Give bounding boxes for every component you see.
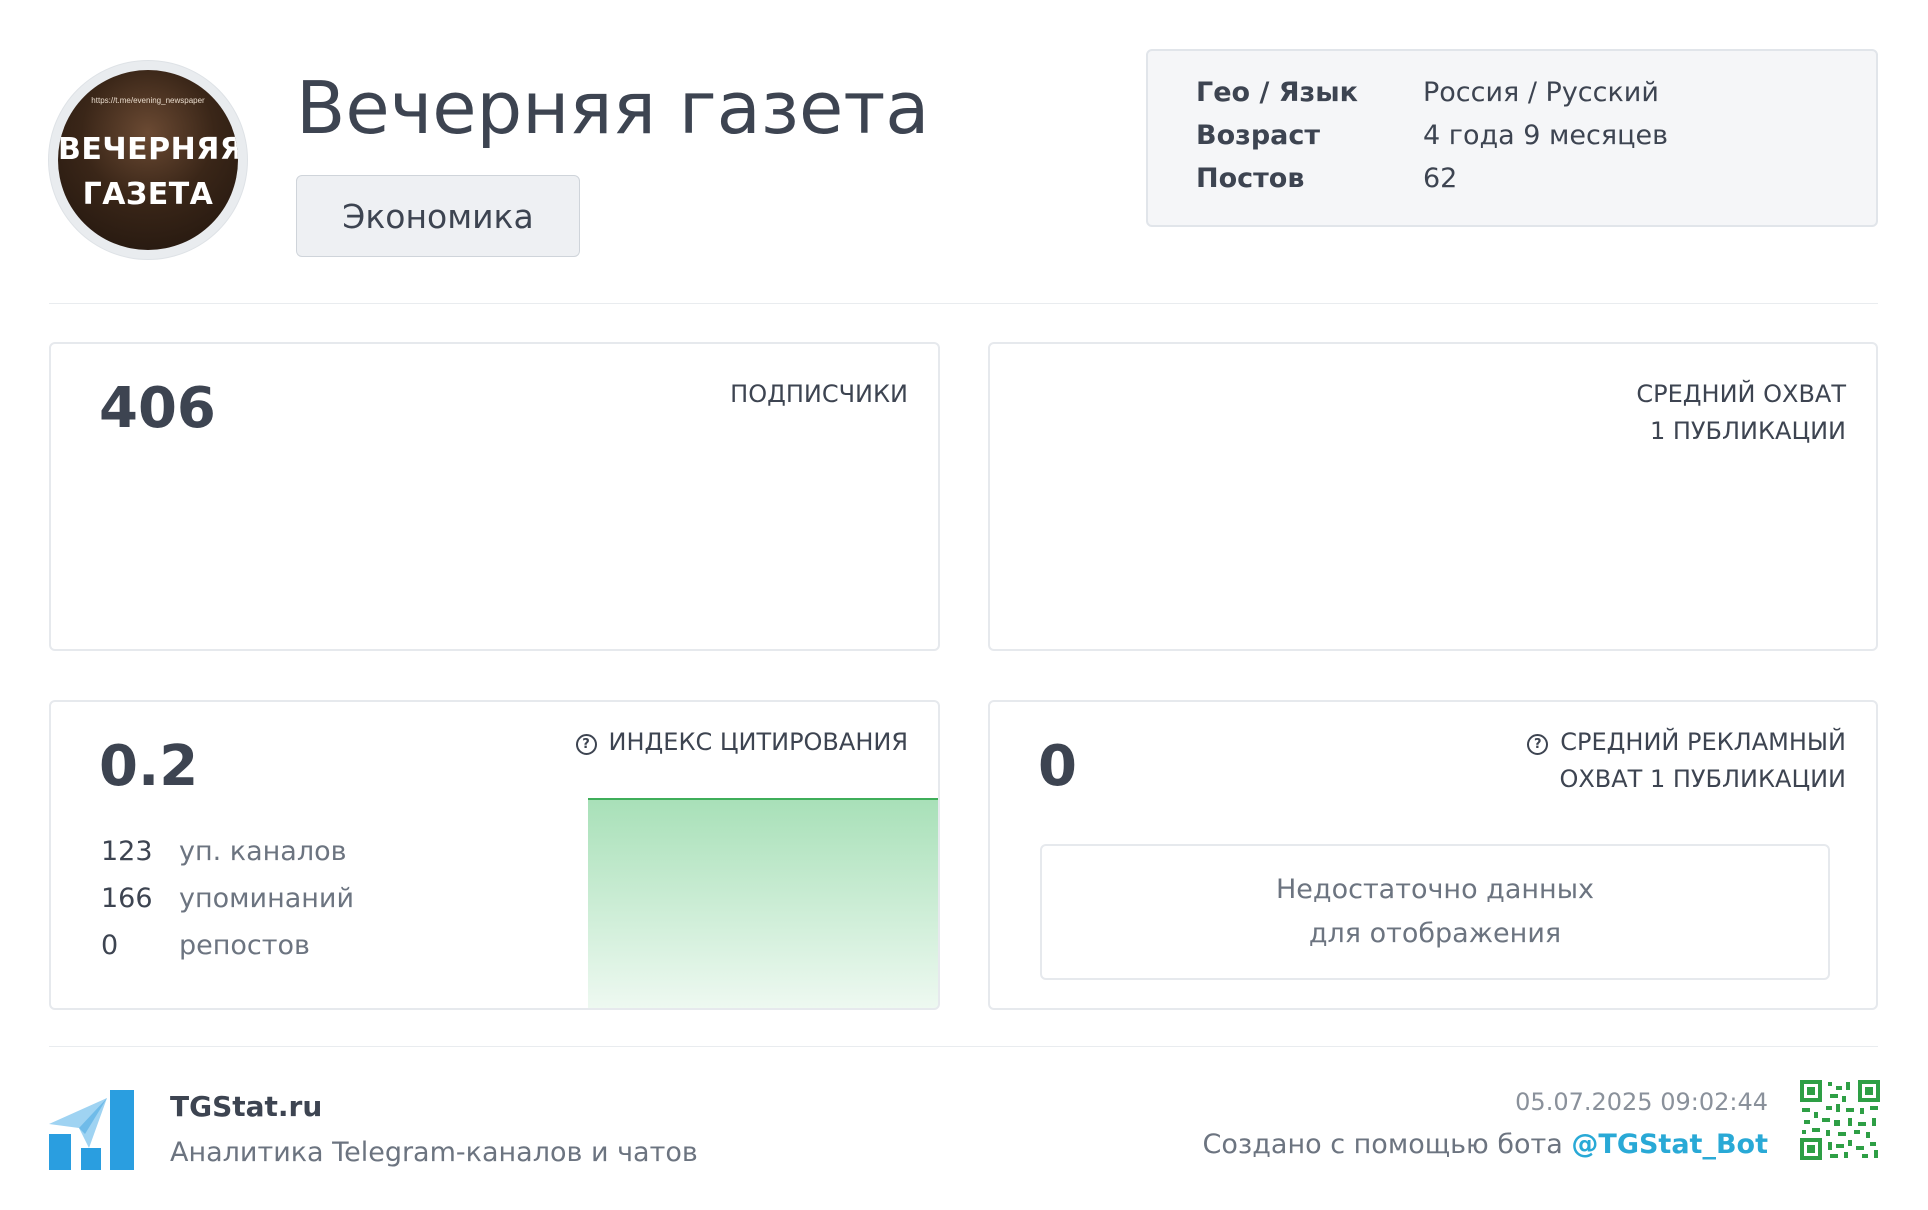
citation-num: 166 — [101, 883, 153, 914]
citation-chart-area — [588, 799, 938, 1008]
citation-num: 123 — [101, 836, 153, 867]
channel-avatar: https://t.me/evening_newspaper ВЕЧЕРНЯЯ … — [49, 61, 247, 259]
citation-text: уп. каналов — [179, 836, 347, 867]
brand-name[interactable]: TGStat.ru — [170, 1090, 322, 1123]
category-badge[interactable]: Экономика — [296, 175, 580, 257]
info-value: Россия / Русский — [1423, 77, 1659, 108]
info-row-posts: Постов 62 — [1196, 163, 1457, 194]
citation-index-value: 0.2 — [99, 734, 199, 799]
help-icon[interactable]: ? — [575, 734, 597, 755]
ad-reach-label-text: СРЕДНИЙ РЕКЛАМНЫЙ — [1560, 728, 1846, 756]
citation-label-text: ИНДЕКС ЦИТИРОВАНИЯ — [608, 728, 908, 756]
avg-reach-card: СРЕДНИЙ ОХВАТ 1 ПУБЛИКАЦИИ — [988, 342, 1878, 651]
citation-card: 0.2 ? ИНДЕКС ЦИТИРОВАНИЯ 123 уп. каналов 1… — [49, 700, 940, 1010]
bot-link[interactable]: @TGStat_Bot — [1571, 1129, 1768, 1160]
ad-reach-label-line1: ? СРЕДНИЙ РЕКЛАМНЫЙ — [1527, 724, 1846, 761]
avatar-title-line1: ВЕЧЕРНЯЯ — [58, 132, 238, 167]
citation-label: ? ИНДЕКС ЦИТИРОВАНИЯ — [575, 724, 908, 761]
ad-reach-label: ? СРЕДНИЙ РЕКЛАМНЫЙ ОХВАТ 1 ПУБЛИКАЦИИ — [1527, 724, 1846, 798]
no-data-message: Недостаточно данных для отображения — [1040, 844, 1830, 980]
channel-title: Вечерняя газета — [296, 66, 930, 150]
info-label: Гео / Язык — [1196, 77, 1358, 108]
avg-reach-label-line1: СРЕДНИЙ ОХВАТ — [1636, 380, 1846, 408]
ad-reach-card: 0 ? СРЕДНИЙ РЕКЛАМНЫЙ ОХВАТ 1 ПУБЛИКАЦИИ … — [988, 700, 1878, 1010]
report-timestamp: 05.07.2025 09:02:44 — [1515, 1088, 1768, 1116]
info-label: Постов — [1196, 163, 1305, 194]
ad-reach-label-line2: ОХВАТ 1 ПУБЛИКАЦИИ — [1559, 765, 1846, 793]
info-value: 4 года 9 месяцев — [1423, 120, 1668, 151]
qr-code-icon[interactable] — [1800, 1080, 1880, 1160]
info-label: Возраст — [1196, 120, 1321, 151]
info-row-geo: Гео / Язык Россия / Русский — [1196, 77, 1659, 108]
subscribers-count: 406 — [99, 376, 216, 441]
citation-row-mentions: 166 упоминаний — [101, 883, 354, 914]
no-data-line1: Недостаточно данных — [1276, 874, 1594, 905]
citation-num: 0 — [101, 930, 119, 961]
subscribers-card: 406 ПОДПИСЧИКИ — [49, 342, 940, 651]
citation-text: упоминаний — [179, 883, 355, 914]
created-by-text: Создано с помощью бота @TGStat_Bot — [1203, 1129, 1768, 1160]
divider — [49, 303, 1878, 304]
avatar-url-text: https://t.me/evening_newspaper — [91, 96, 205, 105]
avatar-image: https://t.me/evening_newspaper ВЕЧЕРНЯЯ … — [58, 70, 238, 250]
no-data-line2: для отображения — [1308, 918, 1562, 949]
tgstat-logo-icon[interactable] — [49, 1090, 134, 1170]
help-icon[interactable]: ? — [1527, 734, 1549, 755]
info-value: 62 — [1423, 163, 1458, 194]
citation-text: репостов — [179, 930, 310, 961]
divider — [49, 1046, 1878, 1047]
channel-info-box: Гео / Язык Россия / Русский Возраст 4 года… — [1146, 49, 1878, 227]
citation-row-reposts: 0 репостов — [101, 930, 310, 961]
subscribers-label: ПОДПИСЧИКИ — [730, 380, 908, 408]
avatar-title-line2: ГАЗЕТА — [82, 177, 214, 212]
created-prefix: Создано с помощью бота — [1202, 1129, 1572, 1160]
avg-reach-label-line2: 1 ПУБЛИКАЦИИ — [1649, 417, 1846, 445]
citation-row-channels: 123 уп. каналов — [101, 836, 347, 867]
ad-reach-value: 0 — [1038, 734, 1077, 799]
avg-reach-label: СРЕДНИЙ ОХВАТ 1 ПУБЛИКАЦИИ — [1636, 376, 1846, 450]
info-row-age: Возраст 4 года 9 месяцев — [1196, 120, 1668, 151]
citation-chart — [588, 798, 938, 1008]
brand-tagline: Аналитика Telegram-каналов и чатов — [170, 1137, 698, 1168]
